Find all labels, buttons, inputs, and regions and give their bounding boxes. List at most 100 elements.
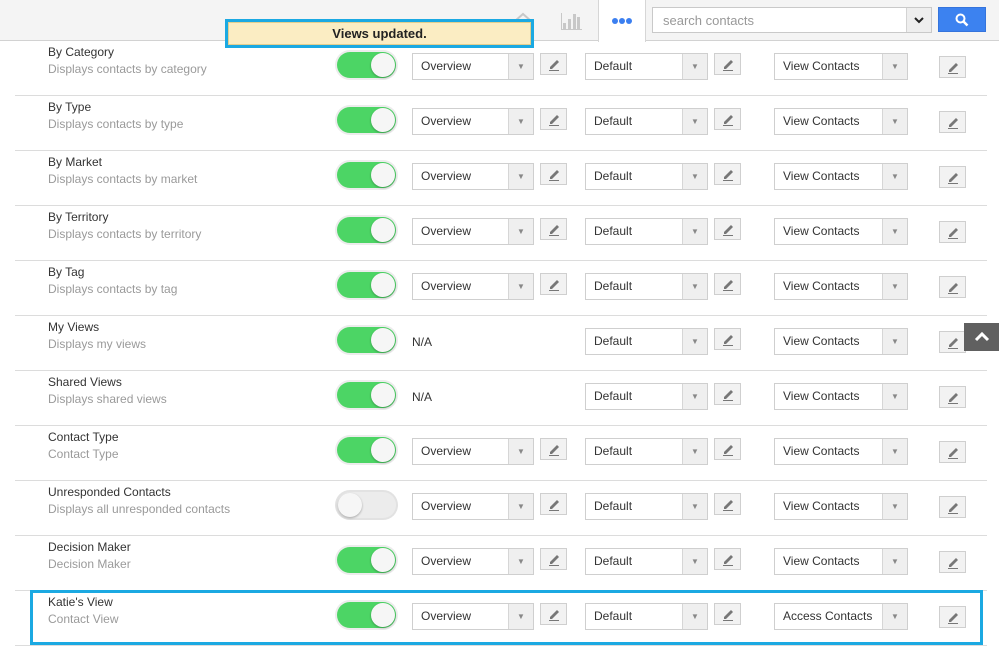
layout-select[interactable]: Overview ▼: [412, 53, 534, 80]
edit-layout-button[interactable]: [540, 273, 567, 295]
pencil-icon: [548, 610, 559, 621]
theme-select[interactable]: Default ▼: [585, 548, 708, 575]
layout-select[interactable]: Overview ▼: [412, 493, 534, 520]
search-input[interactable]: [653, 8, 905, 32]
edit-theme-button[interactable]: [714, 218, 741, 240]
layout-select[interactable]: Overview ▼: [412, 273, 534, 300]
edit-layout-button[interactable]: [540, 108, 567, 130]
permission-select[interactable]: View Contacts ▼: [774, 273, 908, 300]
view-row: By Category Displays contacts by categor…: [0, 41, 999, 96]
search-dropdown-button[interactable]: [906, 8, 931, 32]
edit-theme-button[interactable]: [714, 383, 741, 405]
edit-layout-button[interactable]: [540, 603, 567, 625]
enable-toggle[interactable]: [337, 217, 396, 243]
edit-view-button[interactable]: [939, 606, 966, 628]
search-button[interactable]: [938, 7, 986, 32]
edit-view-button[interactable]: [939, 276, 966, 298]
edit-theme-button[interactable]: [714, 163, 741, 185]
edit-theme-button[interactable]: [714, 328, 741, 350]
theme-select[interactable]: Default ▼: [585, 328, 708, 355]
permission-select[interactable]: View Contacts ▼: [774, 218, 908, 245]
edit-theme-button[interactable]: [714, 438, 741, 460]
edit-view-button[interactable]: [939, 496, 966, 518]
edit-view-button[interactable]: [939, 111, 966, 133]
edit-theme-button[interactable]: [714, 108, 741, 130]
pencil-icon: [947, 448, 958, 459]
edit-view-button[interactable]: [939, 221, 966, 243]
permission-select[interactable]: Access Contacts ▼: [774, 603, 908, 630]
enable-toggle[interactable]: [337, 382, 396, 408]
theme-select[interactable]: Default ▼: [585, 438, 708, 465]
theme-select[interactable]: Default ▼: [585, 383, 708, 410]
edit-layout-button[interactable]: [540, 163, 567, 185]
edit-view-button[interactable]: [939, 386, 966, 408]
toggle-knob: [371, 53, 395, 77]
edit-layout-button[interactable]: [540, 438, 567, 460]
permission-select[interactable]: View Contacts ▼: [774, 53, 908, 80]
layout-value: Overview: [421, 169, 472, 183]
enable-toggle[interactable]: [337, 327, 396, 353]
edit-view-button[interactable]: [939, 551, 966, 573]
view-description: Displays contacts by territory: [48, 227, 202, 241]
edit-layout-button[interactable]: [540, 493, 567, 515]
view-row: By Type Displays contacts by type Overvi…: [0, 96, 999, 151]
edit-view-button[interactable]: [939, 56, 966, 78]
theme-select[interactable]: Default ▼: [585, 493, 708, 520]
caret-down-icon: ▼: [682, 329, 707, 354]
permission-select[interactable]: View Contacts ▼: [774, 438, 908, 465]
layout-select[interactable]: Overview ▼: [412, 603, 534, 630]
permission-select[interactable]: View Contacts ▼: [774, 493, 908, 520]
chart-icon[interactable]: [555, 0, 587, 41]
scroll-to-top-button[interactable]: [964, 323, 999, 351]
permission-select[interactable]: View Contacts ▼: [774, 328, 908, 355]
view-name: By Type: [48, 100, 92, 114]
view-row: Katie's View Contact View Overview ▼ Defa…: [0, 591, 999, 646]
theme-select[interactable]: Default ▼: [585, 108, 708, 135]
enable-toggle[interactable]: [337, 602, 396, 628]
view-row: By Tag Displays contacts by tag Overview…: [0, 261, 999, 316]
pencil-icon: [722, 170, 733, 181]
theme-select[interactable]: Default ▼: [585, 163, 708, 190]
edit-theme-button[interactable]: [714, 548, 741, 570]
more-icon[interactable]: [598, 0, 646, 42]
layout-select[interactable]: Overview ▼: [412, 108, 534, 135]
edit-view-button[interactable]: [939, 166, 966, 188]
edit-theme-button[interactable]: [714, 53, 741, 75]
edit-theme-button[interactable]: [714, 273, 741, 295]
theme-value: Default: [594, 279, 633, 293]
pencil-icon: [947, 63, 958, 74]
layout-value: Overview: [421, 114, 472, 128]
enable-toggle[interactable]: [337, 547, 396, 573]
permission-select[interactable]: View Contacts ▼: [774, 163, 908, 190]
theme-value: Default: [594, 389, 633, 403]
enable-toggle[interactable]: [337, 437, 396, 463]
edit-view-button[interactable]: [939, 441, 966, 463]
edit-view-button[interactable]: [939, 331, 966, 353]
enable-toggle[interactable]: [337, 272, 396, 298]
layout-select[interactable]: Overview ▼: [412, 218, 534, 245]
theme-select[interactable]: Default ▼: [585, 603, 708, 630]
view-name: By Tag: [48, 265, 85, 279]
theme-select[interactable]: Default ▼: [585, 273, 708, 300]
edit-layout-button[interactable]: [540, 548, 567, 570]
theme-select[interactable]: Default ▼: [585, 218, 708, 245]
edit-layout-button[interactable]: [540, 218, 567, 240]
enable-toggle[interactable]: [337, 107, 396, 133]
permission-select[interactable]: View Contacts ▼: [774, 108, 908, 135]
edit-layout-button[interactable]: [540, 53, 567, 75]
theme-select[interactable]: Default ▼: [585, 53, 708, 80]
layout-select[interactable]: Overview ▼: [412, 548, 534, 575]
permission-select[interactable]: View Contacts ▼: [774, 548, 908, 575]
enable-toggle[interactable]: [337, 162, 396, 188]
edit-theme-button[interactable]: [714, 603, 741, 625]
caret-down-icon: ▼: [682, 164, 707, 189]
enable-toggle[interactable]: [337, 492, 396, 518]
layout-select[interactable]: Overview ▼: [412, 163, 534, 190]
edit-theme-button[interactable]: [714, 493, 741, 515]
pencil-icon: [722, 445, 733, 456]
layout-value: Overview: [421, 444, 472, 458]
enable-toggle[interactable]: [337, 52, 396, 78]
caret-down-icon: ▼: [682, 274, 707, 299]
permission-select[interactable]: View Contacts ▼: [774, 383, 908, 410]
layout-select[interactable]: Overview ▼: [412, 438, 534, 465]
